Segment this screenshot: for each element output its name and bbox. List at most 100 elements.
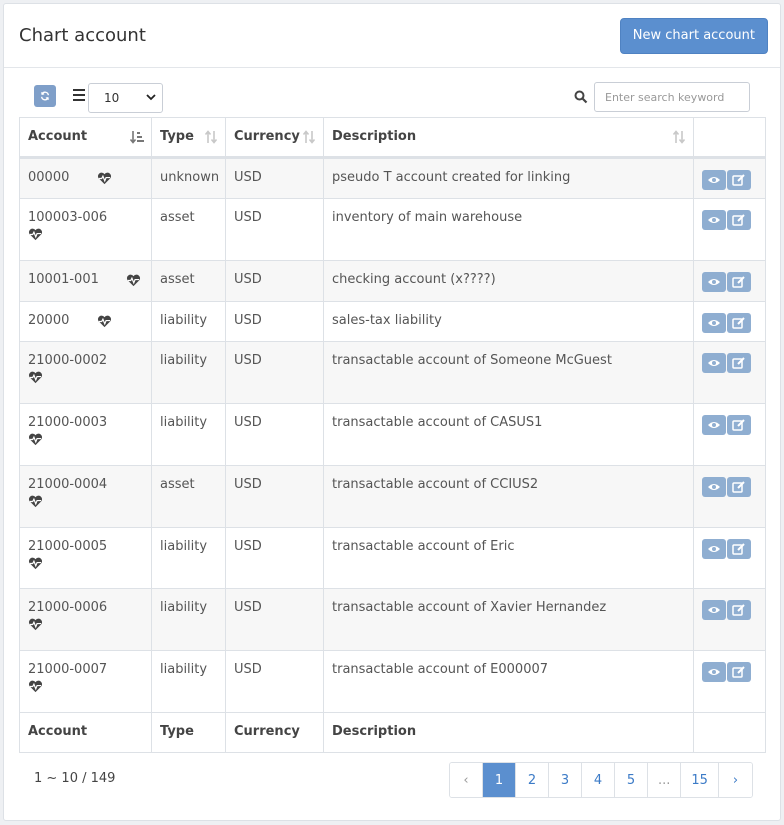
cell-currency: USD	[225, 157, 324, 199]
view-button[interactable]	[702, 415, 726, 435]
edit-button[interactable]	[727, 353, 751, 373]
account-number[interactable]: 00000	[28, 170, 69, 185]
pagination-page-3[interactable]: 3	[549, 763, 582, 797]
edit-icon	[732, 214, 745, 226]
eye-icon	[708, 669, 720, 675]
heartbeat-icon[interactable]	[28, 371, 143, 388]
cell-type: asset	[151, 465, 226, 528]
view-button[interactable]	[702, 477, 726, 497]
view-button[interactable]	[702, 353, 726, 373]
pagination-prev[interactable]: ‹	[450, 763, 483, 797]
edit-button[interactable]	[727, 210, 751, 230]
view-button[interactable]	[702, 210, 726, 230]
cell-description: transactable account of E000007	[323, 650, 694, 713]
cell-actions	[693, 527, 766, 589]
cell-type: liability	[151, 650, 226, 713]
pagination-page-4[interactable]: 4	[582, 763, 615, 797]
pagination-page-5[interactable]: 5	[615, 763, 648, 797]
account-number[interactable]: 21000-0007	[28, 662, 107, 677]
edit-button[interactable]	[727, 313, 751, 333]
heartbeat-icon[interactable]	[28, 433, 143, 450]
cell-description: transactable account of Xavier Hernandez	[323, 588, 694, 651]
edit-button[interactable]	[727, 272, 751, 292]
account-number[interactable]: 100003-006	[28, 210, 107, 225]
eye-icon	[708, 484, 720, 490]
edit-button[interactable]	[727, 662, 751, 682]
table-row: 100003-006 asset USD inventory of main ware…	[19, 198, 766, 261]
pagination-info: 1 ~ 10 / 149	[34, 771, 116, 786]
table-row: 21000-0002 liability USD transactable accou…	[19, 341, 766, 404]
account-number[interactable]: 21000-0005	[28, 539, 107, 554]
heartbeat-icon[interactable]	[126, 274, 141, 291]
view-button[interactable]	[702, 272, 726, 292]
cell-type: unknown	[151, 157, 226, 199]
refresh-button[interactable]	[34, 85, 56, 107]
eye-icon	[708, 177, 720, 183]
pagination-ellipsis[interactable]: ...	[648, 763, 682, 797]
cell-type: asset	[151, 198, 226, 261]
table-row: 21000-0007 liability USD transactable accou…	[19, 650, 766, 713]
heartbeat-icon[interactable]	[97, 315, 112, 332]
view-button[interactable]	[702, 662, 726, 682]
pagination-page-15[interactable]: 15	[681, 763, 719, 797]
sort-desc-icon	[129, 130, 144, 148]
heartbeat-icon[interactable]	[28, 680, 143, 697]
view-button[interactable]	[702, 313, 726, 333]
sort-icon	[302, 130, 316, 148]
heartbeat-icon[interactable]	[97, 172, 112, 189]
cell-type: liability	[151, 527, 226, 589]
cell-account: 21000-0002	[19, 341, 152, 404]
heartbeat-icon[interactable]	[28, 228, 143, 245]
cell-actions	[693, 465, 766, 528]
cell-description: pseudo T account created for linking	[323, 157, 694, 199]
cell-actions	[693, 403, 766, 466]
edit-button[interactable]	[727, 600, 751, 620]
column-header-currency[interactable]: Currency	[225, 117, 324, 159]
edit-button[interactable]	[727, 170, 751, 190]
view-button[interactable]	[702, 539, 726, 559]
eye-icon	[708, 320, 720, 326]
account-number[interactable]: 21000-0003	[28, 415, 107, 430]
column-header-type[interactable]: Type	[151, 117, 226, 159]
heartbeat-icon[interactable]	[28, 495, 143, 512]
cell-description: transactable account of Eric	[323, 527, 694, 589]
column-header-description[interactable]: Description	[323, 117, 694, 159]
cell-currency: USD	[225, 198, 324, 261]
edit-button[interactable]	[727, 415, 751, 435]
pagination-next[interactable]: ›	[718, 763, 752, 797]
table-row: 10001-001 asset USD checking account (x????…	[19, 260, 766, 302]
edit-button[interactable]	[727, 539, 751, 559]
pagination-page-2[interactable]: 2	[516, 763, 549, 797]
column-header-actions	[693, 117, 766, 159]
pagination-page-1[interactable]: 1	[483, 763, 516, 797]
cell-description: inventory of main warehouse	[323, 198, 694, 261]
cell-currency: USD	[225, 588, 324, 651]
list-icon	[73, 89, 85, 101]
pagination: ‹ 1 2 3 4 5... 15 ›	[449, 762, 753, 798]
account-number[interactable]: 10001-001	[28, 272, 99, 287]
account-number[interactable]: 21000-0004	[28, 477, 107, 492]
cell-description: transactable account of CASUS1	[323, 403, 694, 466]
new-chart-account-button[interactable]: New chart account	[619, 17, 768, 54]
column-header-account[interactable]: Account	[19, 117, 152, 159]
cell-actions	[693, 198, 766, 261]
edit-icon	[732, 276, 745, 288]
cell-currency: USD	[225, 650, 324, 713]
cell-description: transactable account of Someone McGuest	[323, 341, 694, 404]
search-input[interactable]	[594, 82, 750, 112]
edit-button[interactable]	[727, 477, 751, 497]
page-size-select[interactable]: 10	[88, 83, 163, 113]
view-button[interactable]	[702, 600, 726, 620]
view-button[interactable]	[702, 170, 726, 190]
sort-icon	[672, 130, 686, 148]
account-number[interactable]: 20000	[28, 313, 69, 328]
cell-description: transactable account of CCIUS2	[323, 465, 694, 528]
heartbeat-icon[interactable]	[28, 618, 143, 635]
heartbeat-icon[interactable]	[28, 557, 143, 574]
account-number[interactable]: 21000-0006	[28, 600, 107, 615]
cell-currency: USD	[225, 465, 324, 528]
account-number[interactable]: 21000-0002	[28, 353, 107, 368]
cell-type: liability	[151, 588, 226, 651]
edit-icon	[732, 481, 745, 493]
table-toolbar: 10	[4, 68, 780, 120]
